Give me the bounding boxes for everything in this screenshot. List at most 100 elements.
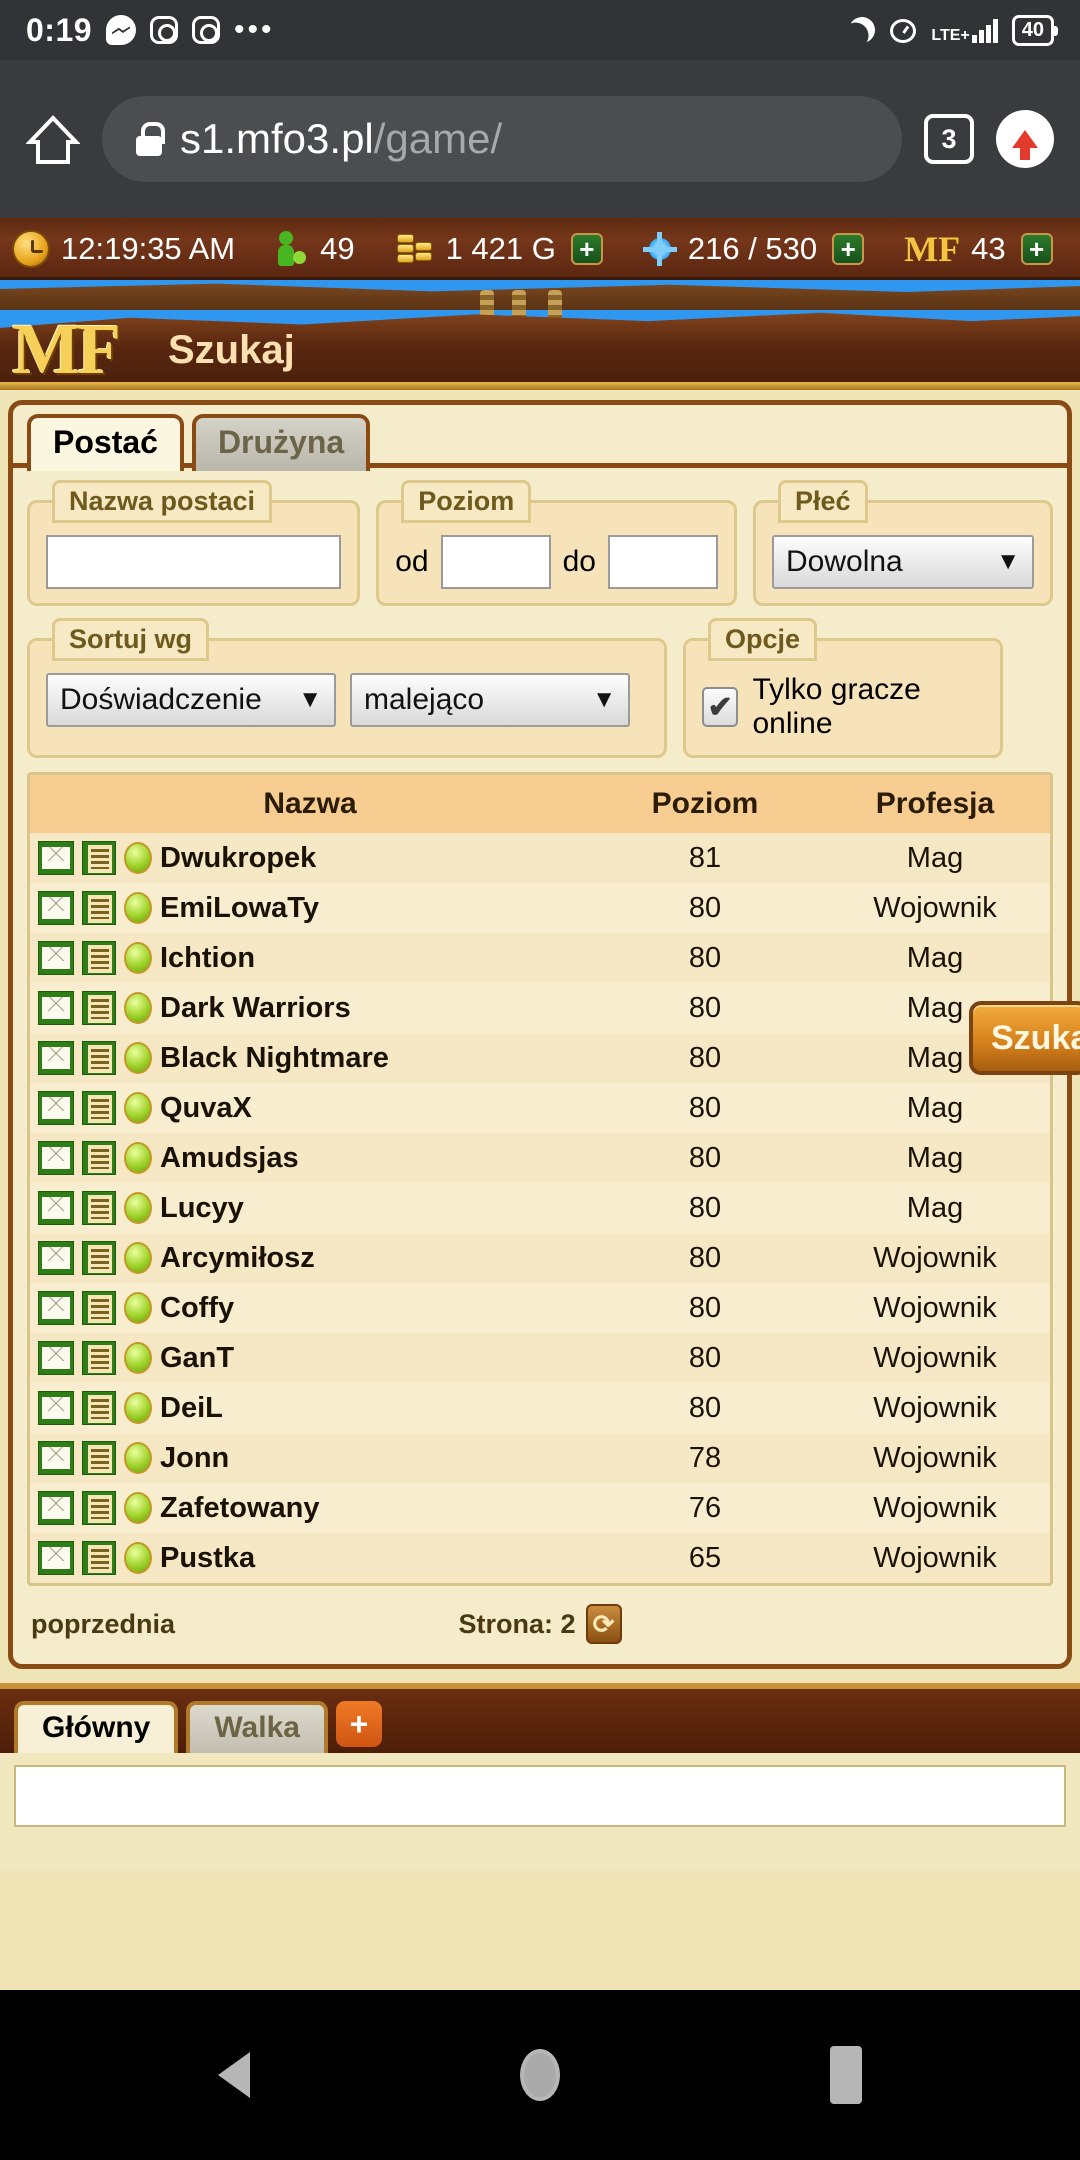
character-profile-icon[interactable]	[82, 1291, 116, 1325]
character-profile-icon[interactable]	[82, 1341, 116, 1375]
character-profile-icon[interactable]	[82, 1491, 116, 1525]
search-button[interactable]: Szukaj	[969, 1001, 1080, 1075]
table-row: DeiL 80 Wojownik	[30, 1383, 1050, 1433]
send-message-icon[interactable]	[38, 1091, 74, 1125]
tab-druzyna[interactable]: Drużyna	[191, 414, 371, 471]
send-message-icon[interactable]	[38, 1191, 74, 1225]
send-message-icon[interactable]	[38, 1141, 74, 1175]
home-icon[interactable]	[520, 2049, 560, 2101]
table-row: Amudsjas 80 Mag	[30, 1133, 1050, 1183]
header-profession[interactable]: Profesja	[820, 787, 1050, 821]
filter-sort: Sortuj wg Doświadczenie ▼ malejąco ▼	[27, 618, 667, 758]
character-name[interactable]: EmiLowaTy	[160, 892, 319, 925]
online-status-icon	[124, 1092, 152, 1124]
send-message-icon[interactable]	[38, 1241, 74, 1275]
home-icon[interactable]	[25, 112, 81, 166]
character-name[interactable]: QuvaX	[160, 1092, 252, 1125]
cell-profession: Wojownik	[873, 1441, 997, 1474]
send-message-icon[interactable]	[38, 941, 74, 975]
send-message-icon[interactable]	[38, 1041, 74, 1075]
character-profile-icon[interactable]	[82, 991, 116, 1025]
energy-add-button[interactable]: +	[832, 233, 865, 265]
online-status-icon	[124, 1192, 152, 1224]
send-message-icon[interactable]	[38, 1391, 74, 1425]
back-icon[interactable]	[218, 2052, 250, 2098]
character-name[interactable]: DeiL	[160, 1392, 223, 1425]
cell-name: Ichtion	[30, 941, 590, 975]
character-profile-icon[interactable]	[82, 1541, 116, 1575]
chat-add-tab-button[interactable]: +	[335, 1701, 382, 1747]
chat-input[interactable]	[14, 1765, 1066, 1827]
refresh-icon[interactable]: ⟳	[585, 1604, 622, 1644]
send-message-icon[interactable]	[38, 1491, 74, 1525]
send-message-icon[interactable]	[38, 991, 74, 1025]
character-name[interactable]: Black Nightmare	[160, 1042, 389, 1075]
header-name[interactable]: Nazwa	[30, 787, 590, 821]
online-status-icon	[124, 1242, 152, 1274]
character-name[interactable]: Lucyy	[160, 1192, 244, 1225]
online-status-icon	[124, 1142, 152, 1174]
level-from-input[interactable]	[440, 535, 551, 589]
character-name[interactable]: Dark Warriors	[160, 992, 351, 1025]
gender-select[interactable]: Dowolna ▼	[772, 535, 1034, 589]
online-status-icon	[124, 1442, 152, 1474]
character-profile-icon[interactable]	[82, 1191, 116, 1225]
character-profile-icon[interactable]	[82, 1141, 116, 1175]
send-message-icon[interactable]	[38, 841, 74, 875]
character-name[interactable]: Zafetowany	[160, 1492, 320, 1525]
table-row: Zafetowany 76 Wojownik	[30, 1483, 1050, 1533]
level-to-input[interactable]	[608, 535, 718, 589]
cell-level: 80	[688, 1191, 722, 1224]
header-level[interactable]: Poziom	[590, 787, 820, 821]
online-status-icon	[124, 842, 152, 874]
gold-add-button[interactable]: +	[570, 233, 603, 265]
character-profile-icon[interactable]	[82, 1391, 116, 1425]
online-only-checkbox[interactable]: ✔	[702, 687, 739, 727]
sort-direction-select[interactable]: malejąco ▼	[350, 673, 630, 727]
chat-tab-glowny[interactable]: Główny	[14, 1701, 179, 1753]
gold: 1 421 G +	[395, 230, 603, 268]
cell-profession: Wojownik	[873, 1391, 997, 1424]
table-row: EmiLowaTy 80 Wojownik	[30, 883, 1050, 933]
character-profile-icon[interactable]	[82, 1091, 116, 1125]
send-message-icon[interactable]	[38, 891, 74, 925]
chevron-down-icon: ▼	[996, 548, 1020, 575]
recents-icon[interactable]	[830, 2046, 862, 2104]
energy: 216 / 530 +	[643, 231, 865, 267]
sort-by-select[interactable]: Doświadczenie ▼	[46, 673, 336, 727]
url-text: s1.mfo3.pl/game/	[180, 115, 502, 163]
send-message-icon[interactable]	[38, 1541, 74, 1575]
table-row: Coffy 80 Wojownik	[30, 1283, 1050, 1333]
send-message-icon[interactable]	[38, 1291, 74, 1325]
address-bar[interactable]: s1.mfo3.pl/game/	[102, 96, 902, 182]
send-message-icon[interactable]	[38, 1341, 74, 1375]
character-profile-icon[interactable]	[82, 1241, 116, 1275]
send-message-icon[interactable]	[38, 1441, 74, 1475]
character-name[interactable]: Dwukropek	[160, 842, 316, 875]
chevron-down-icon: ▼	[298, 686, 322, 713]
character-name-input[interactable]	[46, 535, 342, 589]
character-profile-icon[interactable]	[82, 1441, 116, 1475]
character-name[interactable]: Pustka	[160, 1542, 255, 1575]
character-name[interactable]: Amudsjas	[160, 1142, 299, 1175]
character-profile-icon[interactable]	[82, 1041, 116, 1075]
chat-tab-walka[interactable]: Walka	[186, 1701, 328, 1753]
character-profile-icon[interactable]	[82, 941, 116, 975]
table-row: Arcymiłosz 80 Wojownik	[30, 1233, 1050, 1283]
tab-count-button[interactable]: 3	[924, 114, 974, 164]
character-name[interactable]: Ichtion	[160, 942, 255, 975]
character-name[interactable]: Arcymiłosz	[160, 1242, 315, 1275]
tab-postac[interactable]: Postać	[27, 414, 184, 471]
online-status-icon	[124, 1492, 152, 1524]
character-profile-icon[interactable]	[82, 841, 116, 875]
results-table: Nazwa Poziom Profesja Dwukropek 81 Mag EmiL…	[27, 772, 1053, 1586]
cell-profession: Wojownik	[873, 1291, 997, 1324]
character-name[interactable]: GanT	[160, 1342, 234, 1375]
character-name[interactable]: Jonn	[160, 1442, 229, 1475]
mf-add-button[interactable]: +	[1020, 233, 1053, 265]
character-profile-icon[interactable]	[82, 891, 116, 925]
energy-icon	[643, 232, 677, 266]
table-row: Jonn 78 Wojownik	[30, 1433, 1050, 1483]
character-name[interactable]: Coffy	[160, 1292, 234, 1325]
upload-arrow-icon[interactable]	[996, 110, 1054, 168]
